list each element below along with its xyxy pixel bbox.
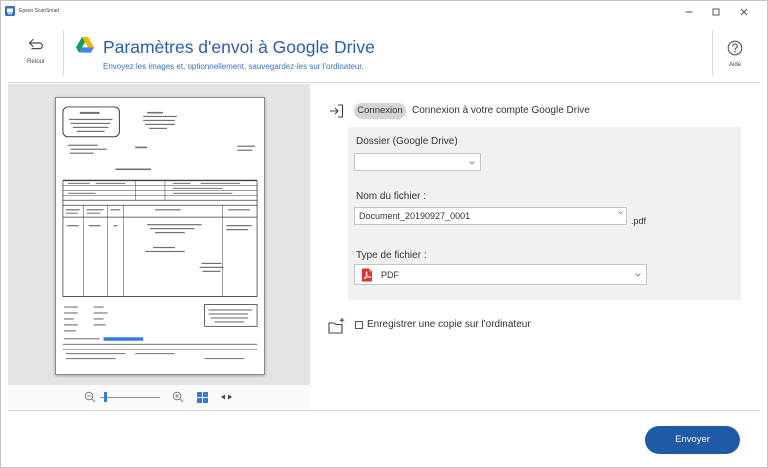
minimize-button[interactable] — [682, 6, 696, 18]
zoom-slider-handle[interactable] — [103, 392, 107, 402]
maximize-button[interactable] — [709, 6, 723, 18]
filename-label: Nom du fichier : — [356, 191, 427, 202]
help-button[interactable]: Aide — [721, 36, 749, 68]
filetype-value: PDF — [381, 269, 399, 280]
connect-account-text: Connexion à votre compte Google Drive — [412, 105, 590, 116]
chevron-down-icon — [469, 161, 475, 165]
help-icon — [727, 40, 743, 56]
google-drive-icon — [76, 37, 94, 53]
maximize-icon — [712, 8, 720, 16]
save-copy-label: Enregistrer une copie sur l'ordinateur — [367, 319, 531, 330]
header-divider-right — [712, 30, 713, 76]
window-title: Epson ScanSmart — [19, 8, 60, 14]
app-window: Epson ScanSmart Retour Paramètres d'envo… — [0, 0, 768, 468]
fit-page-icon[interactable] — [197, 391, 208, 403]
fit-width-icon[interactable] — [221, 394, 232, 400]
minimize-icon — [685, 11, 693, 13]
page-subtitle: Envoyez les images et, optionnellement, … — [103, 62, 364, 71]
connect-button[interactable]: Connexion — [354, 103, 406, 119]
scan-preview-pane — [8, 84, 310, 385]
header-divider-left — [63, 30, 64, 76]
close-icon — [740, 8, 748, 16]
folder-add-icon — [328, 317, 346, 334]
app-logo-icon — [5, 6, 15, 16]
close-button[interactable] — [737, 6, 751, 18]
zoom-slider[interactable] — [100, 392, 160, 402]
header-separator — [8, 82, 760, 83]
zoom-in-icon[interactable] — [172, 391, 184, 403]
back-arrow-icon — [28, 38, 44, 51]
sign-in-icon — [329, 104, 344, 118]
pdf-file-icon — [361, 268, 373, 282]
footer-separator — [8, 410, 760, 411]
filename-value: Document_20190927_0001 — [359, 211, 471, 221]
send-settings-panel: Dossier (Google Drive) Nom du fichier : … — [348, 127, 741, 300]
help-label: Aide — [728, 62, 741, 68]
folder-label: Dossier (Google Drive) — [356, 136, 458, 147]
zoom-toolbar — [8, 385, 310, 409]
scanned-document-page — [55, 97, 265, 375]
chevron-down-icon — [635, 273, 641, 277]
filename-input[interactable]: Document_20190927_0001 — [354, 207, 627, 225]
scanned-invoice-image — [62, 106, 258, 360]
file-extension: .pdf — [631, 216, 647, 226]
save-copy-checkbox[interactable] — [355, 321, 363, 329]
chevron-down-icon[interactable] — [618, 211, 623, 214]
filetype-dropdown[interactable]: PDF — [354, 264, 647, 285]
page-title: Paramètres d'envoi à Google Drive — [103, 37, 375, 57]
filetype-label: Type de fichier : — [356, 250, 427, 261]
back-label: Retour — [26, 59, 45, 65]
zoom-out-icon[interactable] — [84, 391, 96, 403]
folder-dropdown[interactable] — [354, 153, 481, 171]
send-button[interactable]: Envoyer — [645, 426, 740, 454]
back-button[interactable]: Retour — [18, 36, 54, 68]
